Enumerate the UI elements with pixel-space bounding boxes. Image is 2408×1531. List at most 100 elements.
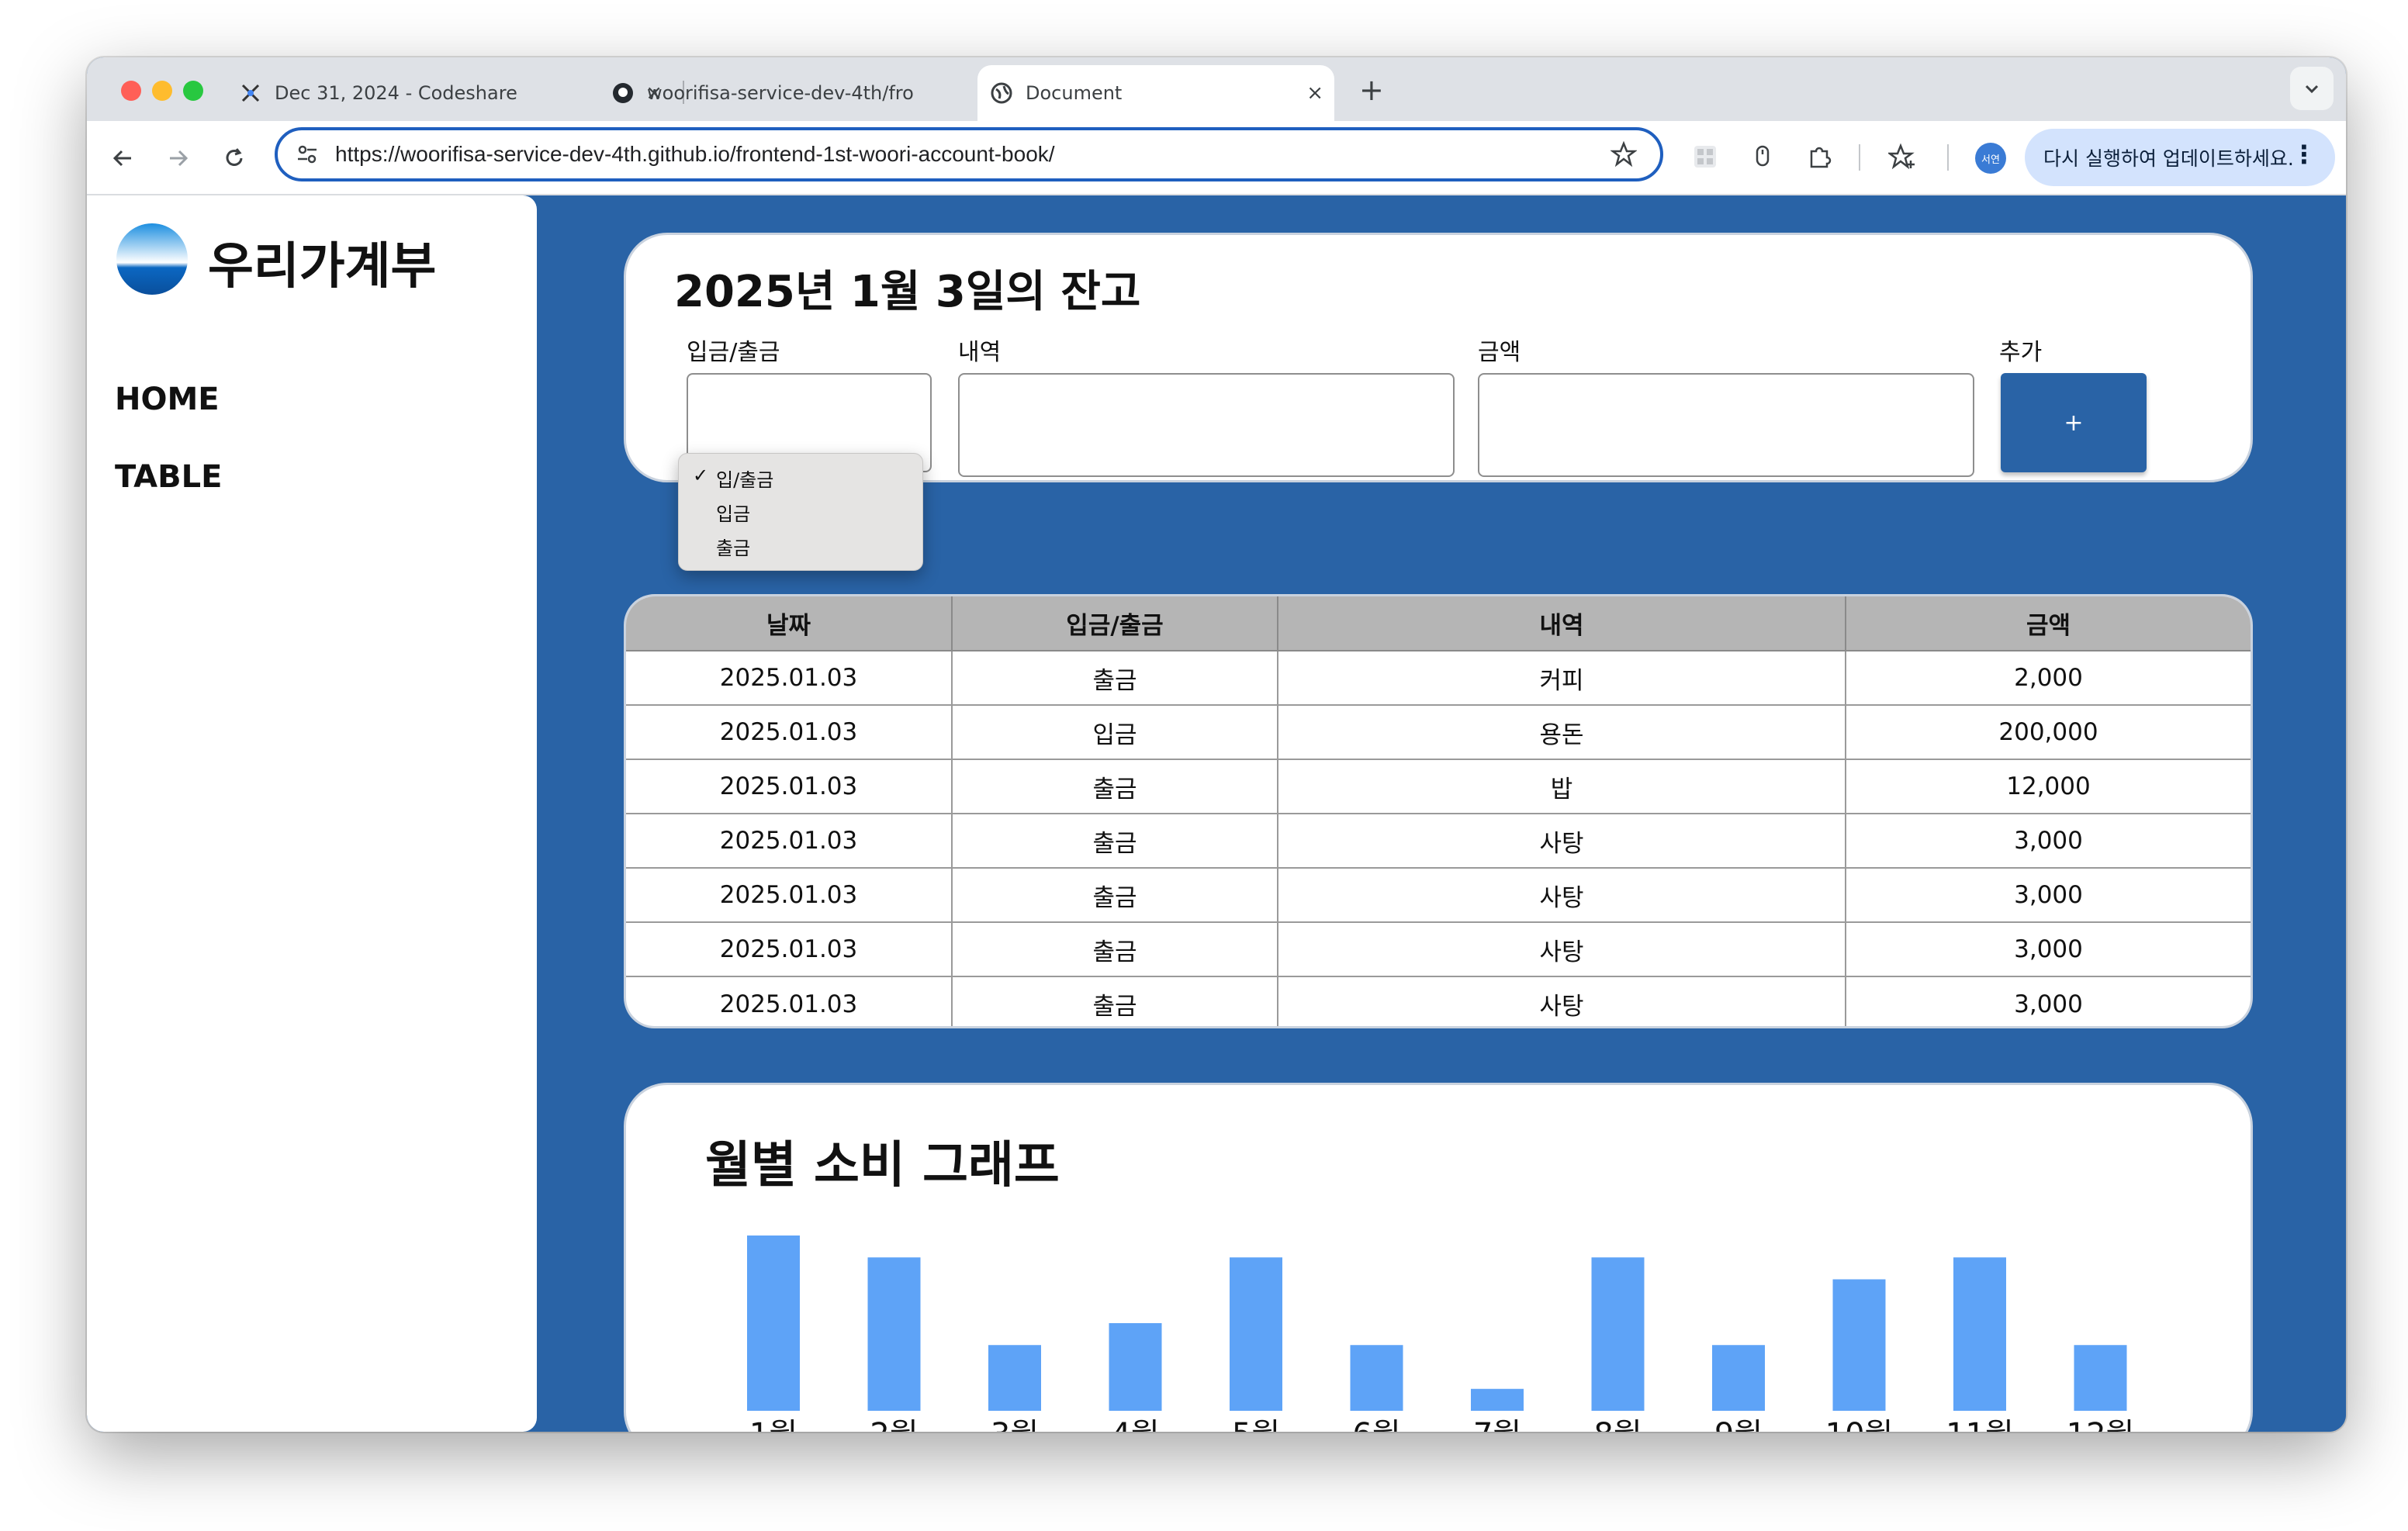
brand-title: 우리가계부: [208, 238, 437, 295]
browser-window: Dec 31, 2024 - Codeshare × woorifisa-ser…: [87, 57, 2346, 1432]
forward-button[interactable]: [161, 141, 195, 175]
x-tick-label: 11월: [1946, 1417, 2014, 1432]
url-text: https://woorifisa-service-dev-4th.github…: [335, 142, 1055, 166]
bar-12월: [2074, 1345, 2127, 1411]
balance-card: 2025년 1월 3일의 잔고 입금/출금 내역 금액 추가 +: [624, 233, 2253, 482]
type-label: 입금/출금: [687, 339, 780, 366]
type-cell: 입금: [952, 705, 1278, 760]
dropdown-option[interactable]: 출금: [716, 533, 750, 560]
tab-search-button[interactable]: [2290, 67, 2334, 110]
bar-6월: [1350, 1345, 1403, 1411]
amount-cell: 2,000: [1846, 651, 2251, 706]
date-cell: 2025.01.03: [626, 651, 953, 706]
bookmarks-icon[interactable]: [1884, 138, 1921, 175]
back-button[interactable]: [106, 141, 140, 175]
amount-input[interactable]: [1478, 373, 1974, 477]
column-header: 금액: [1846, 596, 2251, 651]
bar-8월: [1591, 1257, 1645, 1411]
amount-cell: 200,000: [1846, 705, 2251, 760]
woori-logo-icon: [116, 223, 188, 295]
bar-7월: [1471, 1388, 1524, 1411]
ledger-card: 날짜 입금/출금 내역 금액 2025.01.03 출금 커피 2,000 20…: [624, 594, 2253, 1028]
type-cell: 출금: [952, 759, 1278, 814]
x-tick-label: 7월: [1473, 1417, 1521, 1432]
bar-3월: [988, 1345, 1041, 1411]
detail-cell: 사탕: [1278, 976, 1846, 1026]
detail-cell: 용돈: [1278, 705, 1846, 760]
site-settings-icon[interactable]: [295, 142, 320, 167]
toolbar-separator: [1859, 144, 1860, 171]
arrow-left-icon: [112, 150, 131, 167]
tab-document[interactable]: Document ×: [977, 65, 1334, 121]
zoom-window-button[interactable]: [183, 81, 203, 101]
dropdown-option[interactable]: 입금: [716, 499, 750, 526]
github-icon: [611, 81, 635, 105]
bookmark-star-icon[interactable]: [1610, 140, 1638, 171]
type-cell: 출금: [952, 922, 1278, 977]
add-label: 추가: [1999, 339, 2043, 366]
checkmark-icon: ✓: [693, 465, 709, 486]
detail-input[interactable]: [958, 373, 1455, 477]
update-button[interactable]: 다시 실행하여 업데이트하세요. ⋮: [2025, 129, 2335, 186]
close-window-button[interactable]: [121, 81, 141, 101]
menu-item-table[interactable]: TABLE: [115, 459, 222, 495]
dropdown-option[interactable]: 입/출금: [716, 465, 773, 492]
x-tick-label: 6월: [1352, 1417, 1400, 1432]
amount-cell: 3,000: [2014, 990, 2083, 1018]
date-cell: 2025.01.03: [626, 922, 953, 977]
x-tick-label: 9월: [1714, 1417, 1763, 1432]
address-bar[interactable]: https://woorifisa-service-dev-4th.github…: [275, 127, 1663, 181]
type-dropdown-menu: ✓ 입/출금 입금 출금: [678, 453, 923, 571]
bar-11월: [1953, 1257, 2006, 1411]
arrow-right-icon: [170, 150, 189, 167]
bar-10월: [1832, 1279, 1886, 1411]
amount-label: 금액: [1478, 339, 1521, 366]
date-cell: 2025.01.03: [626, 759, 953, 814]
more-menu-icon[interactable]: ⋮: [2292, 140, 2316, 169]
monthly-spending-chart: 1월 2월 3월 4월 5월 6월 7월 8월 9월 10월 11월 12월: [747, 1236, 2134, 1432]
tab-codeshare[interactable]: Dec 31, 2024 - Codeshare ×: [239, 65, 673, 121]
mouse-extension-icon[interactable]: [1744, 138, 1781, 175]
minimize-window-button[interactable]: [152, 81, 172, 101]
globe-icon: [990, 81, 1013, 105]
new-tab-button[interactable]: +: [1359, 73, 1384, 107]
bar-4월: [1109, 1323, 1162, 1411]
table-row: 2025.01.03 출금 커피 2,000: [626, 651, 2251, 706]
detail-cell: 사탕: [1278, 868, 1846, 923]
table-row: 2025.01.03 출금 밥 12,000: [626, 759, 2251, 814]
profile-avatar[interactable]: 서연: [1975, 143, 2006, 174]
toolbar-separator: [1947, 144, 1949, 171]
amount-cell: 12,000: [1846, 759, 2251, 814]
menu-item-home[interactable]: HOME: [115, 382, 220, 417]
bar-9월: [1712, 1345, 1765, 1411]
amount-cell: 3,000: [1846, 814, 2251, 869]
extensions-puzzle-icon[interactable]: [1801, 138, 1839, 175]
amount-cell: 3,000: [1846, 868, 2251, 923]
extension-grid-icon[interactable]: [1687, 138, 1724, 175]
update-label: 다시 실행하여 업데이트하세요.: [2043, 147, 2294, 170]
page-content: 우리가계부 HOME TABLE 2025년 1월 3일의 잔고 입금/출금 내…: [87, 195, 2346, 1432]
chevron-down-icon: [2305, 85, 2319, 94]
x-tick-label: 2월: [870, 1417, 918, 1432]
browser-toolbar: https://woorifisa-service-dev-4th.github…: [87, 121, 2346, 195]
ledger-table: 날짜 입금/출금 내역 금액 2025.01.03 출금 커피 2,000 20…: [626, 596, 2251, 1026]
type-cell: 출금: [952, 651, 1278, 706]
bar-2월: [867, 1257, 921, 1411]
x-tick-label: 10월: [1825, 1417, 1894, 1432]
codeshare-icon: [239, 81, 262, 105]
table-row: 2025.01.03 입금 용돈 200,000: [626, 705, 2251, 760]
bar-1월: [747, 1236, 800, 1411]
reload-button[interactable]: [217, 141, 251, 175]
x-tick-label: 8월: [1593, 1417, 1642, 1432]
detail-cell: 사탕: [1278, 922, 1846, 977]
close-tab-icon[interactable]: ×: [1306, 81, 1323, 105]
type-cell: 출금: [952, 976, 1278, 1026]
table-row: 2025.01.03 출금 사탕 3,000: [626, 868, 2251, 923]
table-row: 2025.01.03 출금 사탕 3,000: [626, 976, 2251, 1026]
graph-card: 월별 소비 그래프 1월 2월 3월 4월 5월 6월 7월 8월 9월 10월 11월 12월: [624, 1083, 2253, 1432]
column-header: 입금/출금: [952, 596, 1278, 651]
x-tick-label: 3월: [991, 1417, 1039, 1432]
type-cell: 출금: [952, 814, 1278, 869]
x-tick-label: 4월: [1111, 1417, 1159, 1432]
add-button[interactable]: +: [2001, 373, 2147, 472]
